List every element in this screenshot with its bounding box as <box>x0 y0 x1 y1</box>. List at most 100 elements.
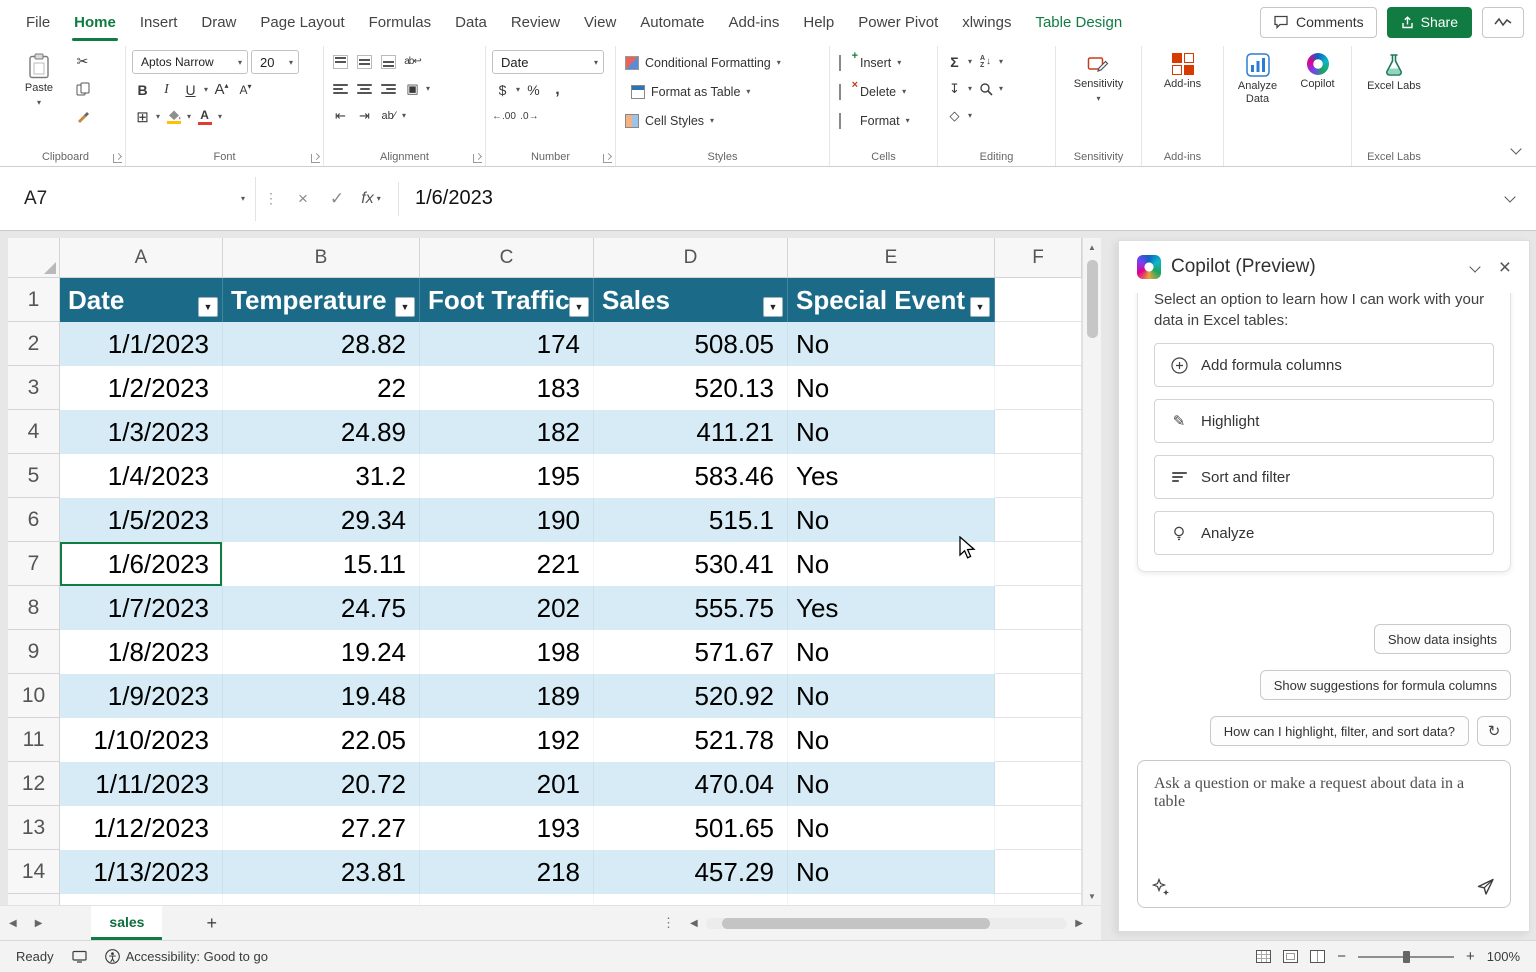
cell-A15[interactable]: 1/14/2023 <box>60 894 223 905</box>
pane-close-icon[interactable]: × <box>1499 257 1511 278</box>
cell-F7[interactable] <box>995 542 1082 586</box>
cell-D10[interactable]: 520.92 <box>594 674 788 718</box>
borders-icon[interactable]: ⊞ <box>132 105 153 128</box>
fill-icon[interactable]: ↧ <box>944 77 965 100</box>
align-top-icon[interactable] <box>330 50 351 73</box>
add-sheet-icon[interactable]: + <box>206 913 217 934</box>
cell-D4[interactable]: 411.21 <box>594 410 788 454</box>
zoom-level[interactable]: 100% <box>1487 949 1520 964</box>
row-number-9[interactable]: 9 <box>8 630 60 674</box>
zoom-in-icon[interactable]: + <box>1466 948 1475 965</box>
column-header-A[interactable]: A <box>60 238 223 278</box>
cell-A8[interactable]: 1/7/2023 <box>60 586 223 630</box>
cell-F11[interactable] <box>995 718 1082 762</box>
collapse-ribbon-icon[interactable] <box>1512 140 1520 158</box>
name-box[interactable]: A7▾ <box>8 177 256 221</box>
cell-D3[interactable]: 520.13 <box>594 366 788 410</box>
next-sheet-icon[interactable]: ▶ <box>26 918 52 929</box>
sort-filter-icon[interactable]: AZ↓ <box>975 50 996 73</box>
menu-tab-xlwings[interactable]: xlwings <box>950 0 1023 44</box>
cell-F14[interactable] <box>995 850 1082 894</box>
font-dialog-launcher[interactable] <box>311 154 320 163</box>
align-middle-icon[interactable] <box>354 50 375 73</box>
cell-E14[interactable]: No <box>788 850 995 894</box>
horizontal-scroll-thumb[interactable] <box>722 918 990 929</box>
italic-button[interactable]: I <box>156 78 177 101</box>
row-number-11[interactable]: 11 <box>8 718 60 762</box>
activity-icon[interactable] <box>1482 7 1524 38</box>
row-number-15[interactable]: 15 <box>8 894 60 905</box>
cell-D11[interactable]: 521.78 <box>594 718 788 762</box>
menu-tab-automate[interactable]: Automate <box>628 0 716 44</box>
cell-E4[interactable]: No <box>788 410 995 454</box>
menu-tab-power-pivot[interactable]: Power Pivot <box>846 0 950 44</box>
cell-B15[interactable]: 23.31 <box>223 894 420 905</box>
cell-D12[interactable]: 470.04 <box>594 762 788 806</box>
cell-E7[interactable]: No <box>788 542 995 586</box>
cell-B3[interactable]: 22 <box>223 366 420 410</box>
cell-A4[interactable]: 1/3/2023 <box>60 410 223 454</box>
cell-C4[interactable]: 182 <box>420 410 594 454</box>
bold-button[interactable]: B <box>132 78 153 101</box>
formula-content[interactable]: 1/6/2023 <box>409 187 493 210</box>
cell-B4[interactable]: 24.89 <box>223 410 420 454</box>
scroll-up-icon[interactable]: ▲ <box>1088 238 1096 256</box>
font-size-select[interactable]: 20▾ <box>251 50 299 74</box>
column-header-E[interactable]: E <box>788 238 995 278</box>
menu-tab-draw[interactable]: Draw <box>189 0 248 44</box>
cell-D15[interactable]: 484.1 <box>594 894 788 905</box>
cell-A14[interactable]: 1/13/2023 <box>60 850 223 894</box>
row-number-3[interactable]: 3 <box>8 366 60 410</box>
cell-F4[interactable] <box>995 410 1082 454</box>
copy-icon[interactable] <box>72 77 93 100</box>
cell-D7[interactable]: 530.41 <box>594 542 788 586</box>
cell-E3[interactable]: No <box>788 366 995 410</box>
cell-B6[interactable]: 29.34 <box>223 498 420 542</box>
sensitivity-button[interactable]: Sensitivity ▾ <box>1063 50 1135 103</box>
zoom-slider[interactable] <box>1358 956 1454 958</box>
cell-B7[interactable]: 15.11 <box>223 542 420 586</box>
menu-tab-data[interactable]: Data <box>443 0 499 44</box>
cell-E10[interactable]: No <box>788 674 995 718</box>
cell-C13[interactable]: 193 <box>420 806 594 850</box>
cell-B12[interactable]: 20.72 <box>223 762 420 806</box>
shrink-font-button[interactable]: A▾ <box>235 78 256 101</box>
cell-C8[interactable]: 202 <box>420 586 594 630</box>
menu-tab-table-design[interactable]: Table Design <box>1023 0 1134 44</box>
row-number-12[interactable]: 12 <box>8 762 60 806</box>
cell-D9[interactable]: 571.67 <box>594 630 788 674</box>
cell-C2[interactable]: 174 <box>420 322 594 366</box>
cell-A3[interactable]: 1/2/2023 <box>60 366 223 410</box>
scroll-down-icon[interactable]: ▼ <box>1088 887 1096 905</box>
underline-button[interactable]: U <box>180 78 201 101</box>
align-right-icon[interactable] <box>378 77 399 100</box>
alignment-dialog-launcher[interactable] <box>473 154 482 163</box>
chip-formula-suggestions[interactable]: Show suggestions for formula columns <box>1260 670 1511 700</box>
chip-highlight-filter-sort[interactable]: How can I highlight, filter, and sort da… <box>1210 716 1469 746</box>
menu-tab-insert[interactable]: Insert <box>128 0 190 44</box>
filter-icon[interactable]: ▼ <box>198 297 218 317</box>
cell-A13[interactable]: 1/12/2023 <box>60 806 223 850</box>
number-format-select[interactable]: Date▾ <box>492 50 604 74</box>
paste-button[interactable]: Paste ▾ <box>12 50 66 107</box>
delete-cells-button[interactable]: ×Delete▾ <box>836 79 931 104</box>
cell-C9[interactable]: 198 <box>420 630 594 674</box>
menu-tab-home[interactable]: Home <box>62 0 128 44</box>
cancel-icon[interactable]: × <box>286 189 320 209</box>
cell-F13[interactable] <box>995 806 1082 850</box>
highlight-button[interactable]: ✎ Highlight <box>1154 399 1494 443</box>
fill-color-icon[interactable] <box>163 105 184 128</box>
cell-A9[interactable]: 1/8/2023 <box>60 630 223 674</box>
format-cells-button[interactable]: Format▾ <box>836 108 931 133</box>
cell-B9[interactable]: 19.24 <box>223 630 420 674</box>
cell-F5[interactable] <box>995 454 1082 498</box>
copilot-button[interactable]: Copilot <box>1291 50 1345 91</box>
row-number-4[interactable]: 4 <box>8 410 60 454</box>
cell-D5[interactable]: 583.46 <box>594 454 788 498</box>
grow-font-button[interactable]: A▴ <box>211 78 232 101</box>
row-number-1[interactable]: 1 <box>8 278 60 322</box>
clipboard-dialog-launcher[interactable] <box>113 154 122 163</box>
vertical-scrollbar[interactable]: ▲ ▼ <box>1082 238 1101 905</box>
menu-tab-add-ins[interactable]: Add-ins <box>717 0 792 44</box>
cell-E11[interactable]: No <box>788 718 995 762</box>
